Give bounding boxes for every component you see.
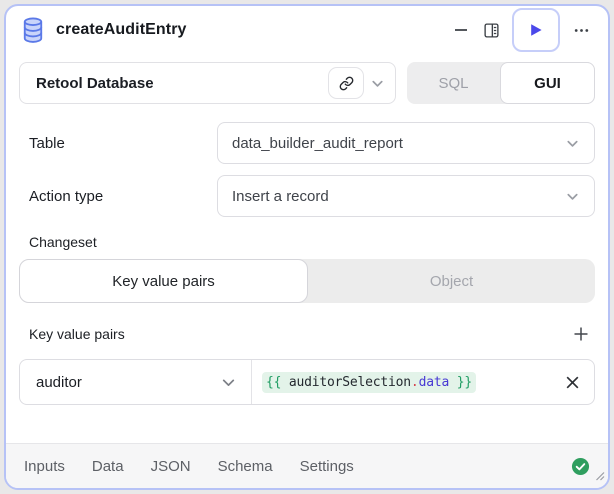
table-field-row: Table data_builder_audit_report <box>6 122 608 164</box>
header: createAuditEntry <box>6 6 608 54</box>
resource-select[interactable]: Retool Database <box>19 62 396 104</box>
chevron-down-icon <box>220 374 237 391</box>
changeset-label: Changeset <box>29 234 97 250</box>
minus-icon <box>453 22 469 38</box>
chevron-down-icon <box>370 76 385 91</box>
status-indicator <box>571 457 590 476</box>
link-icon <box>339 76 354 91</box>
table-field-label: Table <box>29 134 65 152</box>
resize-handle-icon[interactable] <box>593 468 605 486</box>
action-type-field-label: Action type <box>29 187 104 205</box>
check-circle-icon <box>571 457 590 476</box>
changeset-option-key-value-pairs[interactable]: Key value pairs <box>19 259 308 303</box>
resource-row: Retool Database SQL GUI <box>6 62 608 104</box>
action-type-select-value: Insert a record <box>232 187 329 205</box>
kv-key-value: auditor <box>36 373 82 391</box>
add-pair-button[interactable] <box>569 322 593 346</box>
more-menu-button[interactable] <box>566 15 596 45</box>
tab-inputs[interactable]: Inputs <box>24 458 65 475</box>
minimize-button[interactable] <box>446 15 476 45</box>
run-button[interactable] <box>512 8 560 52</box>
ellipsis-icon <box>573 22 590 39</box>
tab-settings[interactable]: Settings <box>300 458 354 475</box>
kv-section-label: Key value pairs <box>29 326 125 342</box>
kv-section-header: Key value pairs <box>19 322 595 346</box>
mode-option-gui[interactable]: GUI <box>500 62 595 104</box>
side-panel-button[interactable] <box>476 15 506 45</box>
mode-option-sql[interactable]: SQL <box>407 62 500 104</box>
kv-pair-row: auditor {{ auditorSelection.data }} <box>19 359 595 405</box>
close-icon <box>564 374 581 391</box>
kv-key-select[interactable]: auditor <box>20 360 252 404</box>
changeset-option-object[interactable]: Object <box>308 259 595 303</box>
database-icon <box>22 17 44 43</box>
footer-bar: Inputs Data JSON Schema Settings <box>6 443 608 488</box>
table-select[interactable]: data_builder_audit_report <box>217 122 595 164</box>
tab-schema[interactable]: Schema <box>218 458 273 475</box>
table-select-value: data_builder_audit_report <box>232 134 403 152</box>
kv-value-code-input[interactable]: {{ auditorSelection.data }} <box>252 360 550 404</box>
code-expression: {{ auditorSelection.data }} <box>262 371 476 393</box>
chevron-down-icon <box>565 189 580 204</box>
plus-icon <box>573 326 589 342</box>
play-icon <box>528 22 544 38</box>
action-type-select[interactable]: Insert a record <box>217 175 595 217</box>
query-editor-panel: createAuditEntry Retool Database SQL GUI… <box>4 4 610 490</box>
panel-icon <box>483 22 500 39</box>
remove-pair-button[interactable] <box>550 360 594 404</box>
resource-name: Retool Database <box>36 74 154 92</box>
chevron-down-icon <box>565 136 580 151</box>
action-type-field-row: Action type Insert a record <box>6 175 608 217</box>
mode-toggle: SQL GUI <box>407 62 595 104</box>
query-title: createAuditEntry <box>56 21 187 38</box>
tab-data[interactable]: Data <box>92 458 124 475</box>
tab-json[interactable]: JSON <box>151 458 191 475</box>
resource-link-button[interactable] <box>328 67 364 99</box>
changeset-toggle: Key value pairs Object <box>19 259 595 303</box>
